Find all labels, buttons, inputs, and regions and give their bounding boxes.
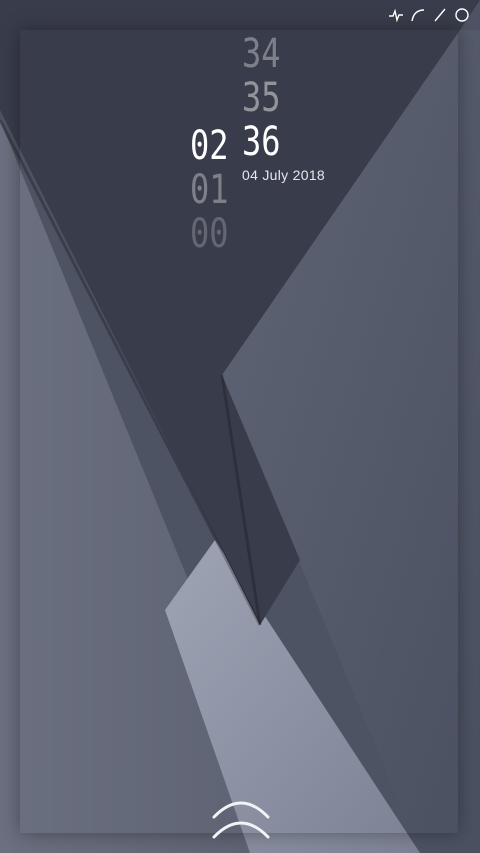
minute-prev-2: 34	[242, 31, 281, 77]
circle-icon	[455, 8, 469, 22]
signal-arc-icon	[411, 9, 425, 22]
hour-next: 01	[190, 167, 229, 213]
hours-column: 02 01 00	[190, 124, 229, 256]
minute-current: 36	[242, 119, 281, 165]
hour-current: 02	[190, 123, 229, 169]
status-bar	[388, 6, 470, 24]
minute-prev-1: 35	[242, 75, 281, 121]
activity-icon	[389, 8, 403, 23]
lockscreen-date: 04 July 2018	[242, 167, 325, 183]
hour-next-2: 00	[190, 211, 229, 257]
swipe-up-chevron-icon[interactable]	[210, 795, 272, 843]
slash-icon	[434, 8, 446, 22]
lockscreen-clock: 02 01 00 34 35 36	[188, 32, 348, 272]
minutes-column: 34 35 36	[242, 32, 281, 164]
